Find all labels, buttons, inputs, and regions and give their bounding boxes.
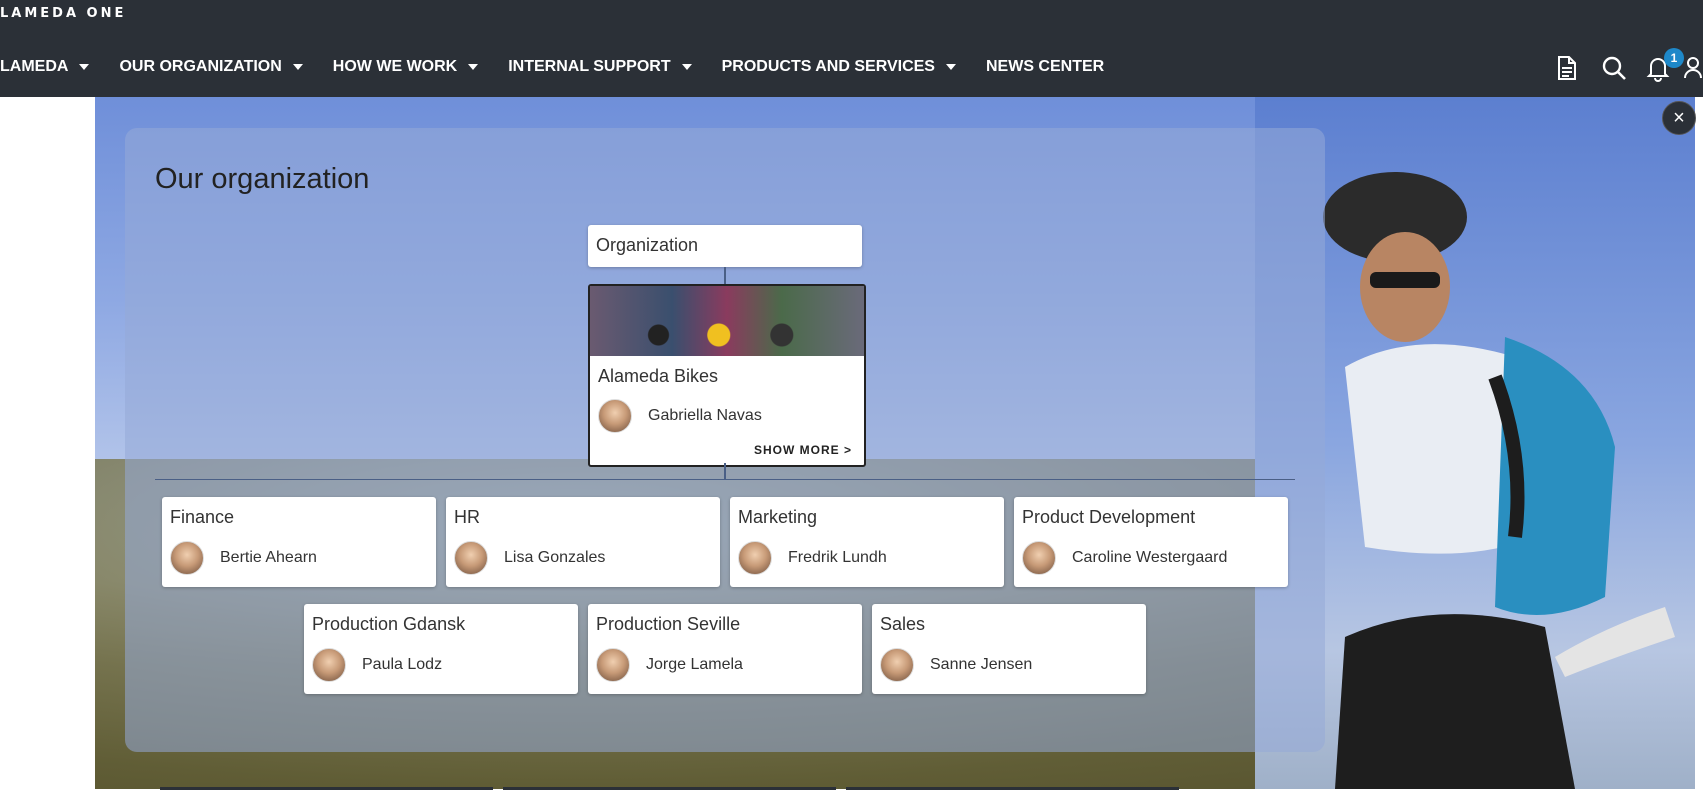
nav-item-label: OUR ORGANIZATION <box>119 58 282 75</box>
search-icon[interactable] <box>1600 54 1630 84</box>
org-root-label: Organization <box>596 235 699 255</box>
unit-name: Production Gdansk <box>312 614 466 634</box>
unit-manager: Gabriella Navas <box>598 399 762 433</box>
person-name: Jorge Lamela <box>646 656 743 673</box>
caret-down-icon <box>79 64 90 70</box>
page-strip <box>846 787 1179 790</box>
unit-manager: Jorge Lamela <box>596 648 743 682</box>
notification-badge: 1 <box>1664 48 1684 68</box>
avatar <box>596 648 630 682</box>
nav-item-internal-support[interactable]: INTERNAL SUPPORT <box>508 58 692 76</box>
brand-logo[interactable]: LAMEDA ONE <box>0 6 126 21</box>
unit-card-product-development[interactable]: Product Development Caroline Westergaard <box>1014 497 1288 587</box>
avatar <box>880 648 914 682</box>
nav-item-label: PRODUCTS AND SERVICES <box>721 58 935 75</box>
avatar <box>454 541 488 575</box>
nav-item-news-center[interactable]: NEWS CENTER <box>986 58 1104 76</box>
nav-item-how-we-work[interactable]: HOW WE WORK <box>332 58 479 76</box>
avatar <box>1022 541 1056 575</box>
unit-name: Sales <box>880 614 926 634</box>
person-name: Fredrik Lundh <box>788 549 887 566</box>
caret-down-icon <box>945 64 956 70</box>
avatar <box>170 541 204 575</box>
unit-card-marketing[interactable]: Marketing Fredrik Lundh <box>730 497 1004 587</box>
unit-card-finance[interactable]: Finance Bertie Ahearn <box>162 497 436 587</box>
nav-item-label: NEWS CENTER <box>985 58 1105 75</box>
nav-item-label: HOW WE WORK <box>332 58 458 75</box>
unit-card-production-seville[interactable]: Production Seville Jorge Lamela <box>588 604 862 694</box>
main-unit-card[interactable]: Alameda Bikes Gabriella Navas SHOW MORE … <box>588 284 866 467</box>
person-name: Paula Lodz <box>362 656 443 673</box>
unit-manager: Lisa Gonzales <box>454 541 605 575</box>
caret-down-icon <box>468 64 479 70</box>
page-strip <box>503 787 836 790</box>
nav-item-label: LAMEDA <box>0 58 69 75</box>
avatar <box>738 541 772 575</box>
nav-item-lameda[interactable]: LAMEDA <box>0 58 90 76</box>
avatar <box>598 399 632 433</box>
unit-name: Production Seville <box>596 614 741 634</box>
unit-card-production-gdansk[interactable]: Production Gdansk Paula Lodz <box>304 604 578 694</box>
page-strip <box>160 787 493 790</box>
nav-item-label: INTERNAL SUPPORT <box>508 58 671 75</box>
show-more-link[interactable]: SHOW MORE > <box>754 443 852 457</box>
unit-banner-image <box>590 286 864 356</box>
connector-line <box>724 463 726 480</box>
avatar <box>312 648 346 682</box>
org-root-box[interactable]: Organization <box>588 225 862 267</box>
unit-name: Alameda Bikes <box>598 366 719 386</box>
unit-name: Finance <box>170 507 235 527</box>
unit-name: HR <box>454 507 480 527</box>
caret-down-icon <box>292 64 303 70</box>
unit-card-hr[interactable]: HR Lisa Gonzales <box>446 497 720 587</box>
unit-name: Product Development <box>1022 507 1196 527</box>
nav-item-products-and-services[interactable]: PRODUCTS AND SERVICES <box>722 58 956 76</box>
nav-item-our-organization[interactable]: OUR ORGANIZATION <box>119 58 303 76</box>
main-nav: LAMEDA OUR ORGANIZATION HOW WE WORK INTE… <box>0 56 1134 78</box>
page-title: Our organization <box>155 163 370 195</box>
person-name: Bertie Ahearn <box>220 549 317 566</box>
unit-manager: Bertie Ahearn <box>170 541 317 575</box>
unit-manager: Fredrik Lundh <box>738 541 887 575</box>
caret-down-icon <box>681 64 692 70</box>
unit-manager: Paula Lodz <box>312 648 442 682</box>
unit-card-sales[interactable]: Sales Sanne Jensen <box>872 604 1146 694</box>
unit-manager: Sanne Jensen <box>880 648 1032 682</box>
top-bar: LAMEDA ONE LAMEDA OUR ORGANIZATION HOW W… <box>0 0 1703 97</box>
horizontal-divider <box>155 479 1295 480</box>
connector-line <box>724 267 726 284</box>
person-name: Caroline Westergaard <box>1072 549 1228 566</box>
person-name: Sanne Jensen <box>930 656 1033 673</box>
person-name: Lisa Gonzales <box>504 549 606 566</box>
unit-manager: Caroline Westergaard <box>1022 541 1227 575</box>
document-icon[interactable] <box>1553 54 1583 84</box>
close-button[interactable]: × <box>1662 101 1696 135</box>
people-icon[interactable] <box>1684 54 1703 84</box>
person-name: Gabriella Navas <box>648 407 762 424</box>
unit-name: Marketing <box>738 507 818 527</box>
